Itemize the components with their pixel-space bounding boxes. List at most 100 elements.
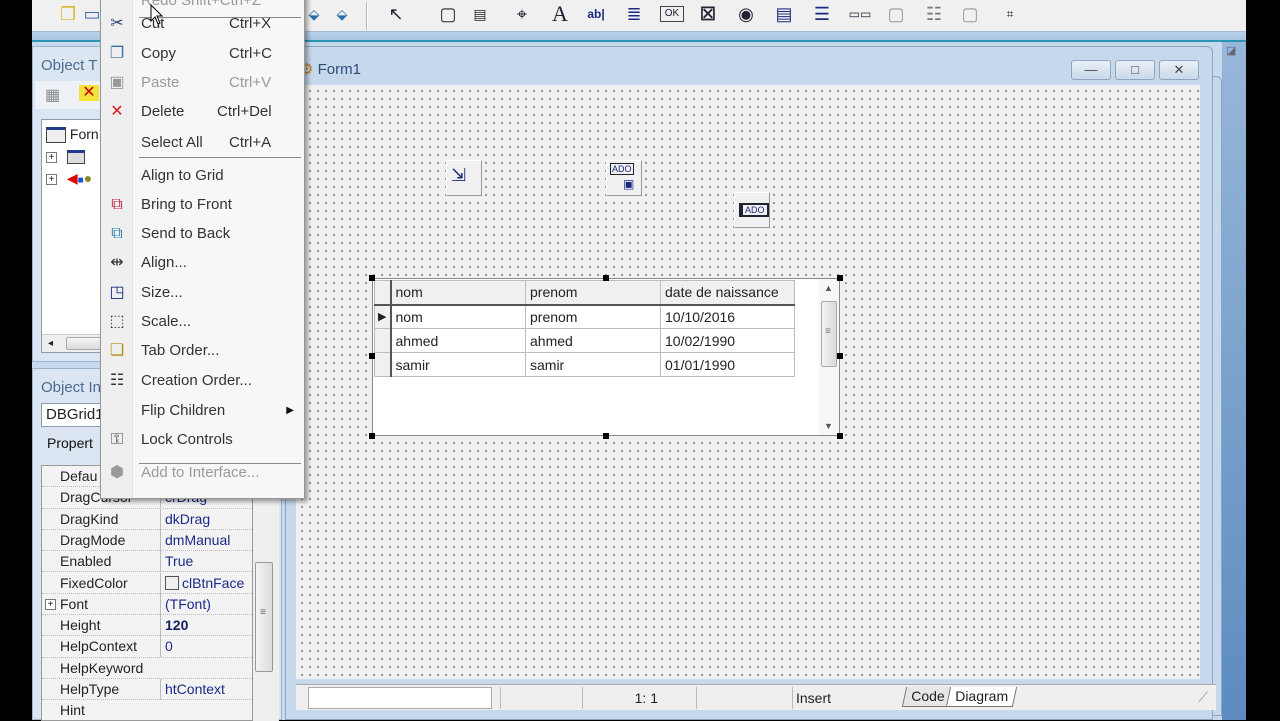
radiobutton-icon[interactable]: ◉ <box>734 2 758 26</box>
table-cell[interactable]: prenom <box>525 304 661 329</box>
dbgrid[interactable]: nom prenom date de naissance ▶ nom preno… <box>372 278 840 436</box>
radiogroup-icon[interactable]: ☷ <box>922 2 946 26</box>
ado-connection-component[interactable]: ADO ▣ <box>606 160 642 196</box>
property-row[interactable]: Enabled True <box>42 551 252 573</box>
menu-item-select-all[interactable]: Select All Ctrl+A <box>101 129 304 157</box>
table-cell[interactable]: 10/10/2016 <box>660 304 795 329</box>
menu-item-send-to-back[interactable]: ⧉ Send to Back <box>101 220 304 248</box>
tree-node-child[interactable]: + ◀■● <box>46 168 92 188</box>
selection-handle[interactable] <box>369 353 375 359</box>
column-header[interactable]: prenom <box>525 280 661 306</box>
combobox-icon[interactable]: ☰ <box>810 2 834 26</box>
property-row[interactable]: DragMode dmManual <box>42 529 252 552</box>
expand-icon[interactable]: + <box>46 151 57 163</box>
menu-item-size[interactable]: ◳ Size... <box>101 279 304 307</box>
column-header[interactable]: nom <box>390 280 526 306</box>
resize-grip-icon[interactable]: ⟋ <box>1198 689 1208 706</box>
expand-icon[interactable]: + <box>45 598 56 610</box>
property-grid[interactable]: DefauDragCursorcrDragDragKinddkDragDragM… <box>41 465 253 721</box>
property-row[interactable]: FixedColor clBtnFace <box>42 572 252 594</box>
menu-item-paste[interactable]: ▣ Paste Ctrl+V <box>101 69 304 97</box>
new-item-icon[interactable]: ▦ <box>45 85 60 105</box>
scroll-up-icon[interactable]: ▲ <box>824 283 833 293</box>
table-cell[interactable]: 01/01/1990 <box>660 352 795 377</box>
table-cell[interactable]: ahmed <box>390 328 526 353</box>
tree-node-form[interactable]: Forn <box>46 124 99 144</box>
button-icon[interactable]: OK <box>660 6 684 22</box>
property-value[interactable]: 0 <box>160 636 252 658</box>
property-value[interactable]: dmManual <box>160 529 252 551</box>
menu-item-copy[interactable]: ❐ Copy Ctrl+C <box>101 40 304 68</box>
property-value[interactable]: clBtnFace <box>160 572 252 594</box>
table-cell[interactable]: nom <box>390 304 526 329</box>
property-grid-scrollbar[interactable]: ≡ <box>253 465 279 721</box>
menu-item-bring-to-front[interactable]: ⧉ Bring to Front <box>101 191 304 219</box>
property-row[interactable]: Height 120 <box>42 615 252 637</box>
menu-item-lock-controls[interactable]: ⚿ Lock Controls <box>101 426 304 454</box>
panel-icon[interactable]: ▢ <box>958 2 982 26</box>
menu-item-flip-children[interactable]: Flip Children ▶ <box>101 397 304 425</box>
selection-handle[interactable] <box>837 433 843 439</box>
popup-menu-icon[interactable]: ⌖ <box>510 2 534 26</box>
memo-icon[interactable]: ≣ <box>622 2 646 26</box>
property-row[interactable]: Hint <box>42 700 252 720</box>
checkbox-icon[interactable]: ☒ <box>696 2 720 26</box>
ado-table-component[interactable]: ADO <box>734 192 770 228</box>
table-cell[interactable]: samir <box>390 352 526 377</box>
expand-icon[interactable]: + <box>46 174 57 185</box>
property-value[interactable]: (TFont) <box>160 593 252 615</box>
menu-item-cut[interactable]: ✂ Cut Ctrl+X <box>101 10 304 38</box>
property-value[interactable]: 120 <box>160 615 252 637</box>
edit-icon[interactable]: ab| <box>584 2 608 26</box>
restore-icon[interactable]: ◪ <box>1226 44 1236 57</box>
listbox-icon[interactable]: ▤ <box>772 2 796 26</box>
pointer-icon[interactable]: ↖ <box>384 2 408 26</box>
property-value[interactable]: True <box>160 551 252 573</box>
table-row[interactable]: ▶ nom prenom 10/10/2016 <box>374 304 795 329</box>
step-into-icon[interactable]: ⬙ <box>302 2 326 26</box>
property-row[interactable]: HelpType htContext <box>42 679 252 701</box>
scroll-thumb[interactable]: ≡ <box>821 301 837 367</box>
step-over-icon[interactable]: ⬙ <box>330 2 354 26</box>
selection-handle[interactable] <box>369 275 375 281</box>
menu-item-align[interactable]: ⇹ Align... <box>101 249 304 277</box>
tab-properties[interactable]: Propert <box>47 435 93 451</box>
menu-item-creation-order[interactable]: ☷ Creation Order... <box>101 367 304 395</box>
property-row[interactable]: DragKind dkDrag <box>42 508 252 530</box>
selection-handle[interactable] <box>837 275 843 281</box>
minimize-button[interactable]: — <box>1071 60 1111 80</box>
table-cell[interactable]: 10/02/1990 <box>660 328 795 353</box>
scroll-left-icon[interactable]: ◂ <box>48 335 53 353</box>
property-row[interactable]: HelpKeyword <box>42 658 252 679</box>
selection-handle[interactable] <box>603 275 609 281</box>
property-value[interactable]: htContext <box>160 679 252 700</box>
close-button[interactable]: ✕ <box>1159 60 1199 80</box>
property-row[interactable]: HelpContext 0 <box>42 636 252 658</box>
menu-item-delete[interactable]: ✕ Delete Ctrl+Del <box>101 98 304 126</box>
menu-item-scale[interactable]: ⬚ Scale... <box>101 308 304 336</box>
label-icon[interactable]: A <box>548 2 572 26</box>
table-cell[interactable]: ahmed <box>525 328 661 353</box>
groupbox-icon[interactable]: ▢ <box>884 2 908 26</box>
actionlist-icon[interactable]: ⌗ <box>998 2 1022 26</box>
new-items-icon[interactable]: ❐ <box>56 2 80 26</box>
menu-item-tab-order[interactable]: ❏ Tab Order... <box>101 337 304 365</box>
scroll-thumb[interactable]: ≡ <box>255 562 273 672</box>
selection-handle[interactable] <box>837 353 843 359</box>
property-row[interactable]: + Font (TFont) <box>42 593 252 616</box>
maximize-button[interactable]: □ <box>1115 60 1155 80</box>
selection-handle[interactable] <box>369 433 375 439</box>
column-header[interactable]: date de naissance <box>660 280 795 306</box>
table-row[interactable]: samir samir 01/01/1990 <box>374 352 795 377</box>
menu-item-align-to-grid[interactable]: Align to Grid <box>101 162 304 190</box>
tab-diagram[interactable]: Diagram <box>945 687 1018 707</box>
delete-item-icon[interactable]: ✕ <box>79 85 99 101</box>
scroll-down-icon[interactable]: ▼ <box>824 421 833 431</box>
table-cell[interactable]: samir <box>525 352 661 377</box>
property-value[interactable]: dkDrag <box>160 508 252 530</box>
scrollbar-icon[interactable]: ▭▭ <box>848 2 872 26</box>
datasource-component[interactable]: ⇲ <box>446 160 482 196</box>
main-menu-icon[interactable]: ▤ <box>468 2 492 26</box>
table-row[interactable]: ahmed ahmed 10/02/1990 <box>374 328 795 353</box>
tree-node-child[interactable]: + <box>46 146 85 166</box>
